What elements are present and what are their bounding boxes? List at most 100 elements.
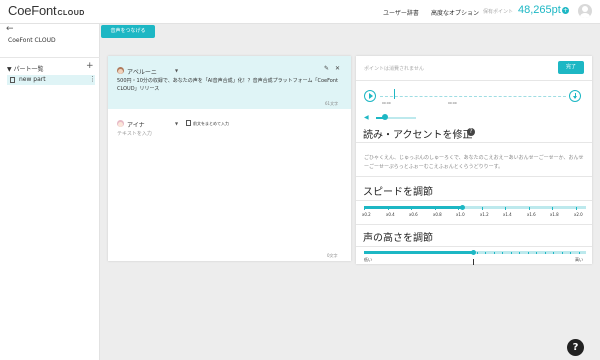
logo[interactable]: CoeFontCLOUD [8, 3, 85, 18]
speed-tick-label: x2.0 [574, 212, 583, 217]
pitch-tick [544, 252, 546, 254]
pitch-tick [570, 252, 571, 254]
sidebar-divider [0, 57, 100, 58]
speed-tick [576, 207, 577, 210]
back-arrow-icon[interactable]: ← [6, 24, 14, 34]
pitch-tick [374, 252, 376, 254]
char-count: 0文字 [327, 253, 338, 258]
help-icon[interactable]: ? [467, 128, 475, 136]
parts-list-header[interactable]: ▼ パート一覧 [7, 64, 44, 73]
play-icon[interactable] [364, 90, 376, 102]
speaker-name[interactable]: アイナ [127, 120, 145, 129]
speed-tick [364, 207, 365, 210]
volume-icon[interactable]: ◀ [364, 114, 369, 121]
nav-advanced-options[interactable]: 高度なオプション [431, 8, 479, 17]
waveform-track[interactable] [380, 96, 566, 97]
panel-divider [356, 246, 592, 247]
time-start: 00:00 [382, 101, 391, 105]
panel-divider [356, 176, 592, 177]
panel-divider [356, 224, 592, 225]
close-icon[interactable]: ✕ [335, 65, 340, 72]
kana-reading-text[interactable]: ごひゃくえん、じゅっぷんのしゅーろくで、あなたのこえおえーあいおんせーごーせーか… [364, 154, 586, 172]
accent-title: 読み・アクセントを修正 [363, 130, 473, 141]
project-name: CoeFont CLOUD [8, 37, 56, 44]
document-icon [186, 120, 191, 126]
pitch-tick [578, 252, 580, 254]
char-count: 61文字 [325, 101, 339, 106]
pitch-tick [434, 252, 435, 254]
speed-tick [482, 207, 483, 210]
pitch-slider-knob[interactable] [471, 250, 476, 255]
download-icon[interactable] [569, 90, 581, 102]
add-part-button[interactable]: + [86, 61, 94, 71]
pitch-tick [561, 252, 563, 254]
volume-knob[interactable] [382, 114, 388, 120]
time-end: 00:00 [448, 101, 457, 105]
pitch-tick [425, 252, 427, 254]
speed-tick-label: x1.6 [527, 212, 536, 217]
done-button[interactable]: 完了 [558, 61, 584, 74]
more-options-icon[interactable]: ⋮ [89, 75, 96, 83]
speaker-avatar-icon [117, 67, 124, 74]
pitch-tick [459, 252, 461, 254]
pitch-title: 声の高さを調節 [363, 233, 433, 244]
speed-tick-label: x0.8 [433, 212, 442, 217]
part-label: new part [19, 76, 46, 83]
pitch-slider-fill [364, 251, 474, 254]
speed-tick-label: x0.2 [362, 212, 371, 217]
pitch-tick [408, 252, 410, 254]
speed-tick [505, 207, 506, 210]
pitch-tick [391, 252, 393, 254]
speed-tick [435, 207, 436, 210]
pitch-tick [493, 252, 495, 254]
pitch-tick [502, 252, 503, 254]
text-editor: アベルーニ ▼ ✎ ✕ 500円・10分の収録で、あなたの声を「AI音声合成」化… [108, 56, 351, 261]
pitch-high-label: 高い [575, 257, 583, 262]
speed-tick-label: x0.6 [409, 212, 418, 217]
chevron-down-icon[interactable]: ▼ [175, 68, 178, 73]
pitch-tick [510, 252, 512, 254]
speed-tick [388, 207, 389, 210]
text-input[interactable]: テキストを入力 [117, 130, 152, 137]
connect-audio-button[interactable]: 音声をつなげる [101, 25, 155, 38]
speed-tick-label: x0.4 [386, 212, 395, 217]
pitch-tick [468, 252, 469, 254]
nav-user-dictionary[interactable]: ユーザー辞書 [383, 8, 419, 17]
sidebar-item-part[interactable]: new part ⋮ [7, 75, 96, 85]
pitch-tick [553, 252, 554, 254]
user-avatar-icon[interactable] [578, 4, 592, 18]
playhead[interactable] [394, 89, 395, 99]
pitch-tick [536, 252, 537, 254]
adjustment-panel: ポイントは消費されません 完了 00:00 00:00 ◀ 読み・アクセントを修… [356, 56, 592, 265]
speed-tick-label: x1.0 [456, 212, 465, 217]
pitch-tick [442, 252, 444, 254]
pitch-center-mark [473, 259, 474, 265]
speaker-name[interactable]: アベルーニ [127, 67, 157, 76]
block-text[interactable]: 500円・10分の収録で、あなたの声を「AI音声合成」化！？音声合成プラットフォ… [117, 77, 345, 93]
pitch-tick [485, 252, 486, 254]
pitch-tick [527, 252, 529, 254]
speed-tick [529, 207, 530, 210]
pencil-icon[interactable]: ✎ [324, 65, 329, 72]
top-header: CoeFontCLOUD ユーザー辞書 高度なオプション 保有ポイント 48,2… [0, 0, 600, 24]
speed-tick-label: x1.2 [480, 212, 489, 217]
speed-tick-label: x1.8 [550, 212, 559, 217]
pitch-low-label: 低い [364, 257, 372, 262]
chevron-down-icon[interactable]: ▼ [175, 121, 178, 126]
pitch-tick [476, 252, 478, 254]
help-button[interactable]: ? [567, 339, 584, 356]
pitch-tick [417, 252, 418, 254]
pitch-tick [451, 252, 452, 254]
logo-sub: CLOUD [57, 10, 85, 17]
speed-slider-knob[interactable] [460, 205, 465, 210]
panel-divider [356, 80, 592, 81]
points-notice: ポイントは消費されません [364, 66, 424, 72]
sidebar: ← CoeFont CLOUD ▼ パート一覧 + new part ⋮ [0, 24, 100, 360]
pitch-tick [383, 252, 384, 254]
add-points-button[interactable]: + [562, 7, 569, 14]
points-label: 保有ポイント [483, 9, 514, 15]
speed-tick [411, 207, 412, 210]
panel-divider [356, 142, 592, 143]
speed-slider-fill [364, 206, 462, 209]
merge-input-button[interactable]: 前文をまとめて入力 [193, 121, 229, 127]
